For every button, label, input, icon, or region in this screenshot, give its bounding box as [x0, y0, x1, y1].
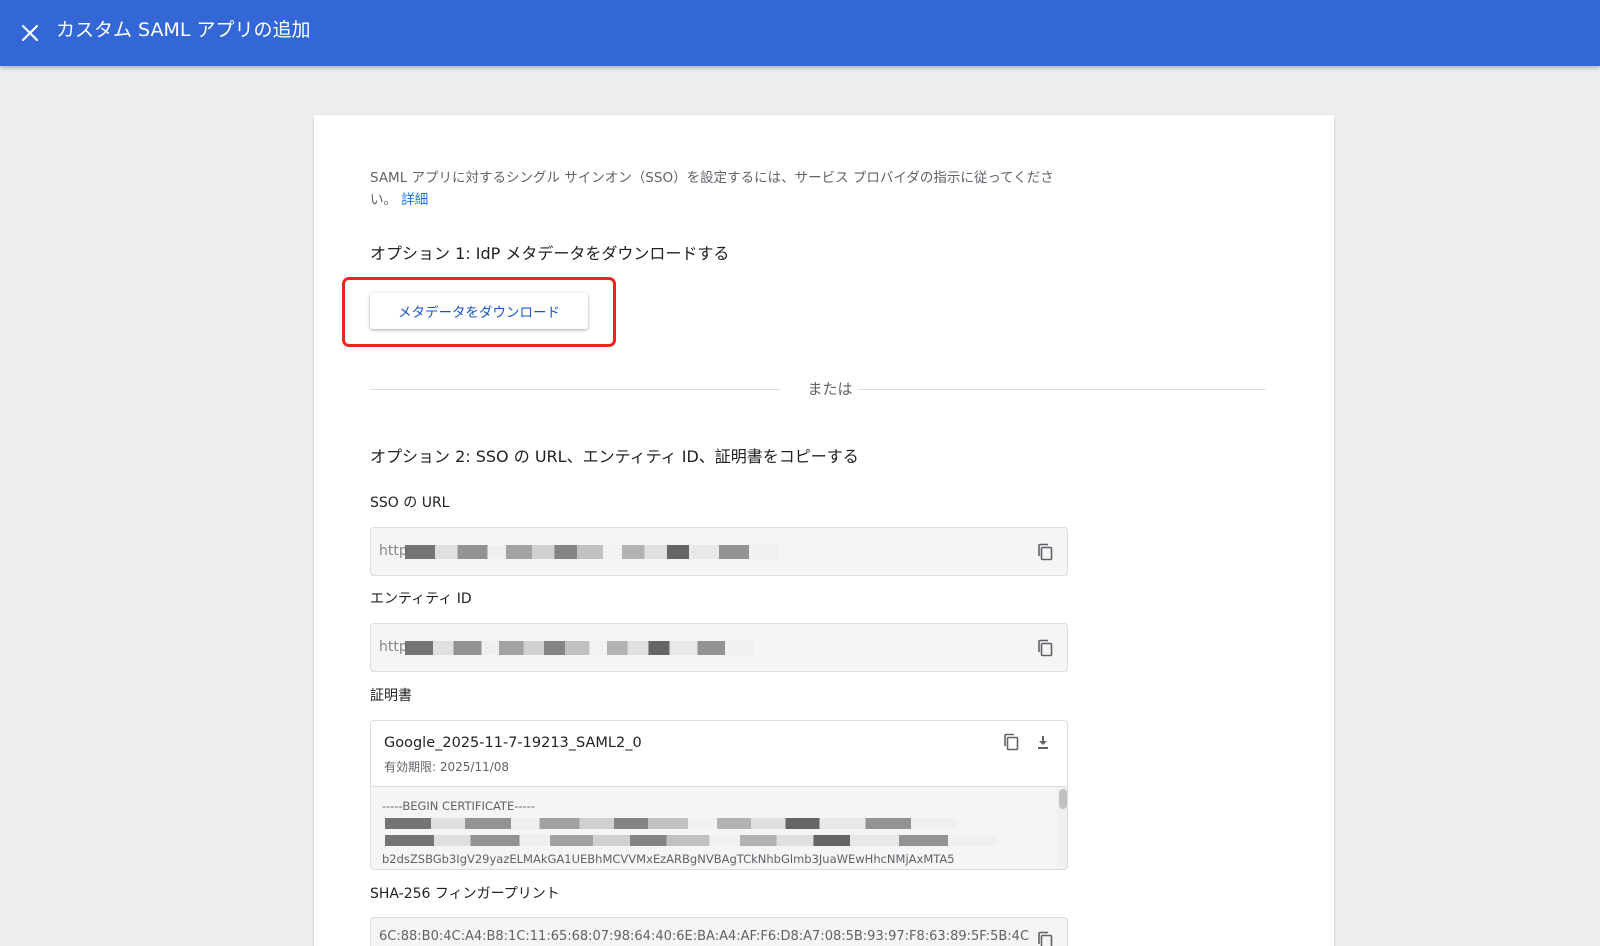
option2-heading: オプション 2: SSO の URL、エンティティ ID、証明書をコピーする: [370, 447, 859, 466]
sha256-value: 6C:88:B0:4C:A4:B8:1C:11:65:68:07:98:64:4…: [379, 929, 1029, 944]
saml-setup-card: SAML アプリに対するシングル サインオン（SSO）を設定するには、サービス …: [314, 115, 1334, 946]
certificate-content[interactable]: -----BEGIN CERTIFICATE----- b2dsZSBGb3Ig…: [371, 786, 1067, 869]
entity-id-label: エンティティ ID: [370, 591, 472, 607]
certificate-name: Google_2025-11-7-19213_SAML2_0: [384, 735, 642, 751]
sha256-label: SHA-256 フィンガープリント: [370, 886, 560, 902]
copy-icon: [1038, 931, 1053, 946]
redacted-certificate-line: [385, 835, 997, 846]
option1-heading: オプション 1: IdP メタデータをダウンロードする: [370, 244, 730, 263]
sha256-field[interactable]: 6C:88:B0:4C:A4:B8:1C:11:65:68:07:98:64:4…: [370, 917, 1068, 946]
download-certificate-button[interactable]: [1029, 728, 1057, 756]
copy-sha256-button[interactable]: [1031, 926, 1059, 946]
intro-description: SAML アプリに対するシングル サインオン（SSO）を設定するには、サービス …: [370, 170, 1054, 208]
intro-text: SAML アプリに対するシングル サインオン（SSO）を設定するには、サービス …: [370, 167, 1060, 211]
certificate-expiry: 有効期限: 2025/11/08: [384, 760, 510, 774]
divider-line-left: [370, 389, 780, 390]
entity-id-value: http: [379, 639, 408, 655]
download-icon: [1038, 736, 1048, 749]
certificate-scrollbar[interactable]: [1057, 787, 1067, 869]
sso-url-field[interactable]: http: [370, 527, 1068, 576]
top-app-bar: カスタム SAML アプリの追加: [0, 0, 1600, 66]
redacted-certificate-line: [385, 818, 957, 829]
copy-certificate-button[interactable]: [997, 728, 1025, 756]
copy-icon: [1038, 639, 1053, 657]
redacted-entity-id: [405, 641, 753, 655]
page-title: カスタム SAML アプリの追加: [56, 19, 311, 41]
learn-more-link[interactable]: 詳細: [401, 192, 428, 208]
copy-icon: [1038, 543, 1053, 561]
certificate-begin-line: -----BEGIN CERTIFICATE-----: [382, 799, 535, 813]
copy-icon: [1004, 733, 1019, 751]
certificate-visible-line: b2dsZSBGb3IgV29yazELMAkGA1UEBhMCVVMxEzAR…: [382, 852, 955, 866]
scrollbar-thumb[interactable]: [1059, 789, 1067, 809]
entity-id-field[interactable]: http: [370, 623, 1068, 672]
redacted-sso-url: [405, 545, 779, 559]
divider-line-right: [858, 389, 1266, 390]
certificate-box: Google_2025-11-7-19213_SAML2_0 有効期限: 202…: [370, 720, 1068, 870]
close-icon: [21, 24, 39, 42]
copy-entity-id-button[interactable]: [1031, 634, 1059, 662]
sso-url-label: SSO の URL: [370, 495, 450, 511]
sso-url-value: http: [379, 543, 408, 559]
close-button[interactable]: [10, 13, 50, 53]
copy-sso-url-button[interactable]: [1031, 538, 1059, 566]
certificate-label: 証明書: [370, 688, 412, 704]
download-metadata-button[interactable]: メタデータをダウンロード: [370, 293, 588, 329]
